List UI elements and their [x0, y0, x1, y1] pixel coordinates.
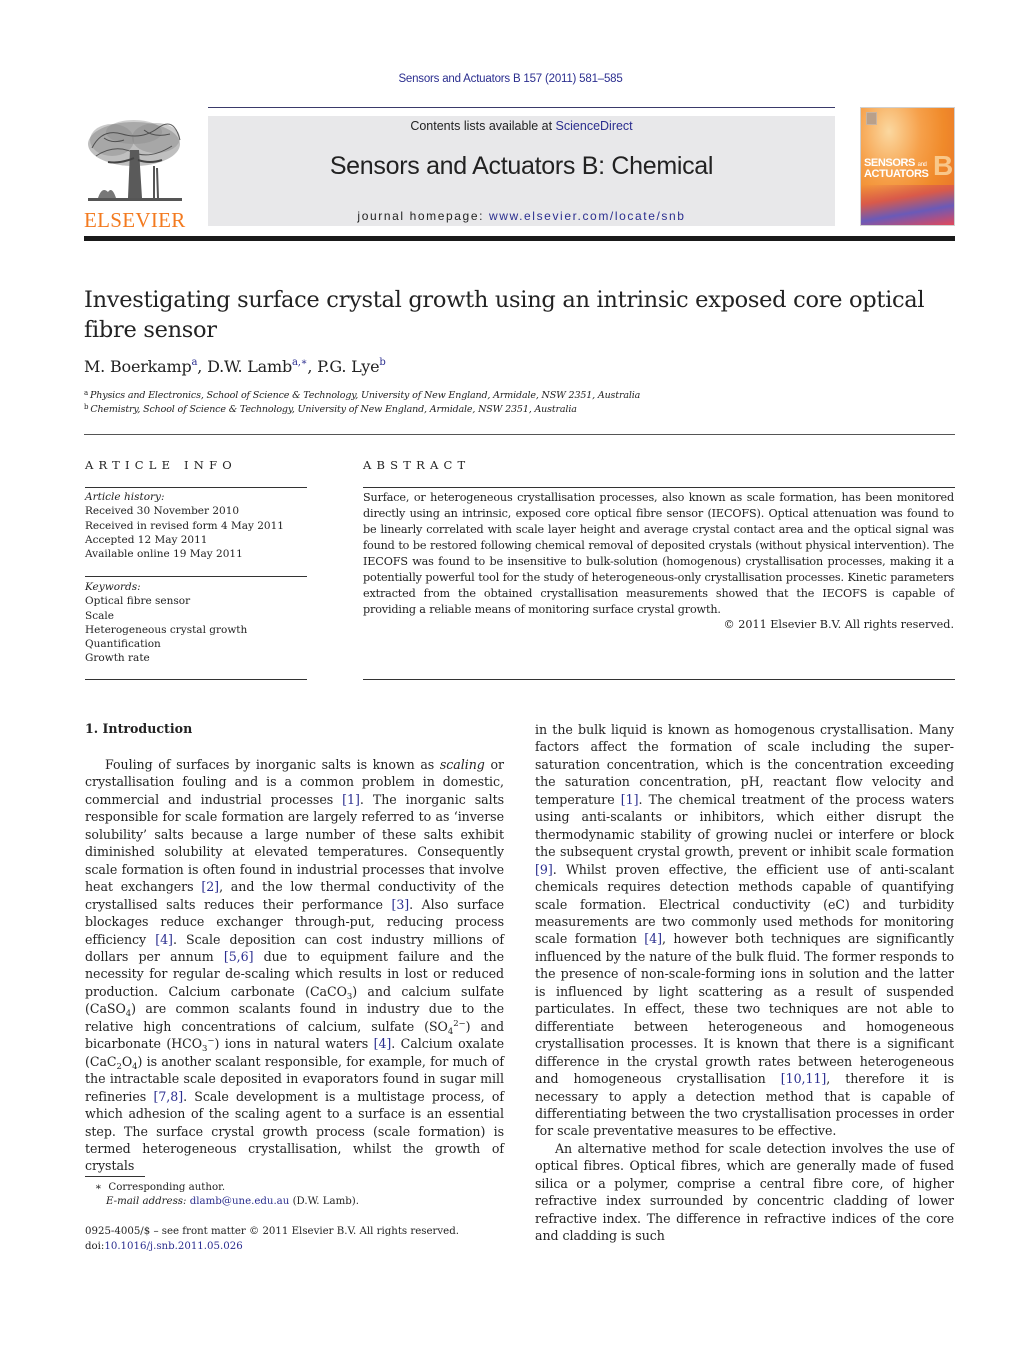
sciencedirect-link[interactable]: ScienceDirect: [556, 119, 633, 133]
affiliation: b Chemistry, School of Science & Technolo…: [84, 403, 577, 416]
affiliation-mark: b: [84, 403, 89, 411]
keywords: Keywords: Optical fibre sensor Scale Het…: [85, 580, 247, 666]
author-name[interactable]: D.W. Lamb: [207, 357, 292, 376]
citation-link[interactable]: [2]: [201, 879, 219, 894]
article-history-label: Article history:: [85, 491, 165, 503]
email-link[interactable]: dlamb@une.edu.au: [190, 1196, 290, 1207]
author-affil-mark[interactable]: a,∗: [292, 357, 308, 368]
body-column-left: Fouling of surfaces by inorganic salts i…: [85, 756, 504, 1175]
article-info-heading: ARTICLE INFO: [85, 458, 237, 472]
affiliation-mark: a: [84, 389, 89, 397]
keywords-label: Keywords:: [85, 581, 141, 593]
author-name[interactable]: M. Boerkamp: [84, 357, 192, 376]
footnote-rule: [85, 1176, 145, 1177]
article-history: Article history: Received 30 November 20…: [85, 490, 284, 561]
citation-link[interactable]: [7,8]: [153, 1089, 183, 1104]
history-item: Accepted 12 May 2011: [85, 533, 208, 546]
body-text-run: ) ions in natural waters: [214, 1036, 374, 1052]
author-list: M. Boerkampa, D.W. Lamba,∗, P.G. Lyeb: [84, 357, 386, 376]
keywords-rule: [85, 576, 307, 577]
doi-line: doi:10.1016/j.snb.2011.05.026: [85, 1240, 243, 1255]
body-text-run: scaling: [439, 757, 485, 772]
keyword-item: Quantification: [85, 638, 161, 651]
contents-prefix: Contents lists available at: [410, 119, 556, 133]
paragraph: An alternative method for scale detectio…: [535, 1140, 954, 1244]
abstract-text: Surface, or heterogeneous crystallisatio…: [363, 491, 954, 616]
journal-homepage-link[interactable]: www.elsevier.com/locate/snb: [489, 209, 686, 223]
abstract-rule: [363, 487, 955, 488]
citation-link[interactable]: [5,6]: [224, 949, 254, 964]
body-text-run: 2−: [453, 1018, 466, 1029]
body-text-run: O: [121, 1053, 133, 1069]
affiliation-text: Chemistry, School of Science & Technolog…: [90, 404, 577, 415]
cover-title-line2: ACTUATORS: [864, 168, 929, 180]
body-column-right: in the bulk liquid is known as homogenou…: [535, 721, 954, 1245]
history-item: Received in revised form 4 May 2011: [85, 519, 284, 532]
paragraph: Fouling of surfaces by inorganic salts i…: [85, 756, 504, 1175]
abstract-end-rule: [363, 679, 955, 680]
front-matter-note: 0925-4005/$ – see front matter © 2011 El…: [85, 1226, 459, 1237]
citation-link[interactable]: [1]: [342, 792, 360, 807]
citation-link[interactable]: [9]: [535, 862, 553, 877]
affiliation-text: Physics and Electronics, School of Scien…: [90, 390, 641, 401]
introduction-heading: 1. Introduction: [85, 721, 193, 736]
keyword-item: Heterogeneous crystal growth: [85, 623, 248, 636]
journal-reference[interactable]: Sensors and Actuators B 157 (2011) 581–5…: [0, 73, 1021, 85]
doi-link[interactable]: 10.1016/j.snb.2011.05.026: [104, 1241, 242, 1252]
body-text-run: , however both techniques are significan…: [535, 931, 954, 1087]
keyword-item: Scale: [85, 609, 114, 622]
header-thick-rule: [84, 236, 955, 241]
paragraph: in the bulk liquid is known as homogenou…: [535, 721, 954, 1140]
homepage-prefix: journal homepage:: [357, 209, 489, 223]
article-info-end-rule: [85, 679, 307, 680]
homepage-line: journal homepage: www.elsevier.com/locat…: [208, 209, 835, 223]
citation-link[interactable]: [4]: [374, 1036, 392, 1051]
citation-link[interactable]: [3]: [391, 897, 409, 912]
email-note: E-mail address: dlamb@une.edu.au (D.W. L…: [106, 1195, 359, 1210]
author-affil-mark[interactable]: a: [192, 357, 198, 368]
citation-link[interactable]: [10,11]: [781, 1071, 827, 1086]
journal-cover-image[interactable]: B SENSORS and ACTUATORS: [860, 107, 955, 226]
citation-link[interactable]: [1]: [621, 792, 639, 807]
body-text-run: Fouling of surfaces by inorganic salts i…: [105, 757, 440, 772]
email-suffix: (D.W. Lamb).: [289, 1196, 359, 1207]
cover-letter: B: [933, 150, 954, 181]
article-info-rule: [85, 487, 307, 488]
corresponding-author-text: Corresponding author.: [108, 1182, 226, 1193]
history-item: Received 30 November 2010: [85, 505, 240, 518]
article-title: Investigating surface crystal growth usi…: [84, 287, 925, 343]
footnote-mark: ∗: [95, 1182, 102, 1193]
contents-line: Contents lists available at ScienceDirec…: [208, 119, 835, 133]
citation-link[interactable]: [4]: [155, 932, 173, 947]
email-label: E-mail address:: [106, 1196, 187, 1207]
keyword-item: Growth rate: [85, 652, 150, 665]
author-affil-mark[interactable]: b: [379, 357, 385, 368]
doi-prefix: doi:: [85, 1241, 105, 1252]
cover-artwork: [861, 185, 954, 225]
abstract-heading: ABSTRACT: [363, 458, 471, 472]
body-text-run: ) are common scalants found in industry …: [85, 1001, 504, 1034]
citation-link[interactable]: [4]: [644, 931, 662, 946]
abstract-copyright: © 2011 Elsevier B.V. All rights reserved…: [723, 618, 954, 631]
elsevier-wordmark: ELSEVIER: [84, 208, 186, 232]
journal-title: Sensors and Actuators B: Chemical: [329, 152, 714, 180]
section-divider: [84, 434, 955, 435]
journal-banner: Contents lists available at ScienceDirec…: [208, 116, 835, 226]
header-rule: [208, 107, 835, 108]
elsevier-tree-icon: [88, 120, 182, 201]
affiliation: a Physics and Electronics, School of Scie…: [84, 389, 641, 402]
history-item: Available online 19 May 2011: [85, 548, 243, 561]
corresponding-author-note: ∗ Corresponding author.: [95, 1181, 225, 1196]
elsevier-logo[interactable]: ELSEVIER: [84, 118, 186, 232]
keyword-item: Optical fibre sensor: [85, 595, 191, 608]
cover-publisher-mark: [866, 112, 877, 125]
author-name[interactable]: P.G. Lye: [317, 357, 379, 376]
